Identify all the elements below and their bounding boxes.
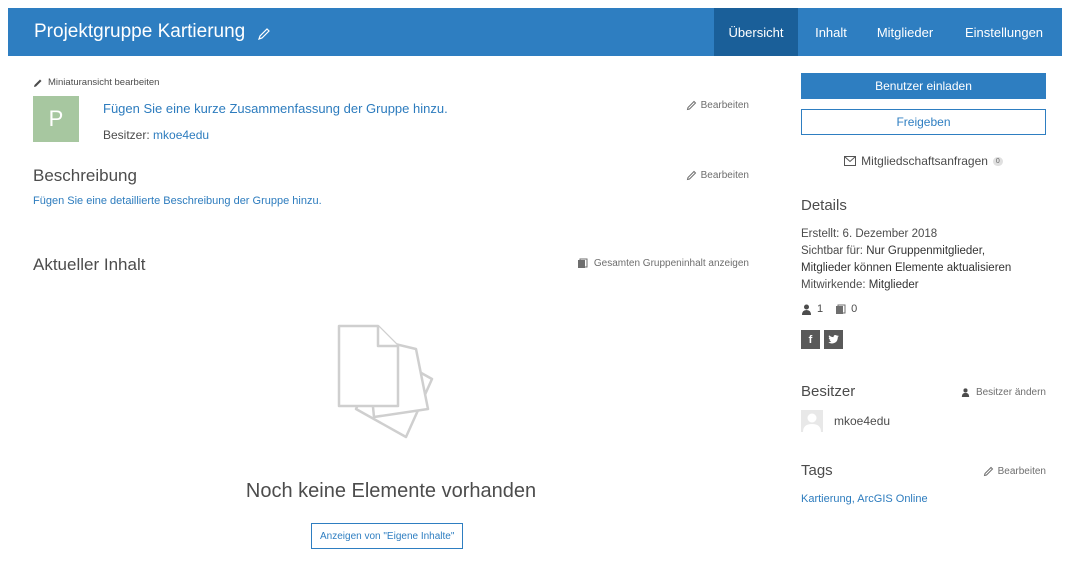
edit-thumbnail-link[interactable]: Miniaturansicht bearbeiten [33,77,159,88]
owner-row: mkoe4edu [801,410,890,432]
owner-link[interactable]: mkoe4edu [153,128,209,142]
current-content-heading: Aktueller Inhalt [33,255,146,274]
tab-overview[interactable]: Übersicht [714,8,798,56]
tab-content[interactable]: Inhalt [798,8,864,56]
group-title-area: Projektgruppe Kartierung [8,8,714,56]
change-owner-label: Besitzer ändern [975,387,1046,398]
edit-description-button[interactable]: Bearbeiten [686,170,749,181]
edit-tags-label: Bearbeiten [997,466,1046,477]
pencil-icon [34,79,42,87]
update-row: Mitglieder können Elemente aktualisieren [801,260,1061,277]
description-heading: Beschreibung [33,166,137,185]
created-row: Erstellt: 6. Dezember 2018 [801,226,1061,243]
visible-value: Nur Gruppenmitglieder, [866,245,986,257]
owner-label: Besitzer: [103,128,150,142]
pencil-icon [983,466,993,477]
tab-settings[interactable]: Einstellungen [946,8,1062,56]
membership-requests-link[interactable]: Mitgliedschaftsanfragen 0 [801,154,1046,168]
user-icon [961,388,970,397]
edit-tags-button[interactable]: Bearbeiten [983,466,1046,477]
user-icon [802,304,811,315]
items-icon [577,258,588,268]
edit-summary-label: Bearbeiten [700,100,749,111]
pencil-icon [686,100,696,111]
contributors-value: Mitglieder [868,279,919,291]
owner-heading: Besitzer [801,383,856,400]
created-value: 6. Dezember 2018 [842,228,938,240]
item-count: 0 [851,303,858,315]
twitter-icon[interactable] [824,330,843,349]
add-description-link[interactable]: Fügen Sie eine detaillierte Beschreibung… [33,195,322,207]
items-icon [836,304,846,314]
contributors-row: Mitwirkende: Mitglieder [801,277,1061,294]
group-thumbnail: P [33,96,79,142]
invite-users-button[interactable]: Benutzer einladen [801,73,1046,99]
edit-title-pencil-icon[interactable] [257,25,271,40]
member-count: 1 [817,303,824,315]
edit-thumbnail-label: Miniaturansicht bearbeiten [48,77,160,88]
envelope-icon [844,156,857,166]
social-share-buttons: f [801,330,847,349]
created-label: Erstellt: [801,228,840,240]
details-heading: Details [801,197,847,214]
avatar [801,410,823,432]
tags-heading: Tags [801,462,833,479]
visible-label: Sichtbar für: [801,245,863,257]
change-owner-link[interactable]: Besitzer ändern [961,387,1046,398]
group-header: Projektgruppe Kartierung Übersicht Inhal… [8,8,1062,56]
edit-summary-button[interactable]: Bearbeiten [686,100,749,111]
requests-label: Mitgliedschaftsanfragen [861,154,988,168]
empty-documents-icon [337,324,434,439]
contributors-label: Mitwirkende: [801,279,866,291]
visible-row: Sichtbar für: Nur Gruppenmitglieder, [801,243,1061,260]
show-all-label: Gesamten Gruppeninhalt anzeigen [593,258,749,269]
tab-members[interactable]: Mitglieder [864,8,946,56]
show-all-content-link[interactable]: Gesamten Gruppeninhalt anzeigen [577,258,749,269]
owner-name[interactable]: mkoe4edu [834,414,890,428]
group-nav: Übersicht Inhalt Mitglieder Einstellunge… [714,8,1062,56]
update-value: Mitglieder können Elemente aktualisieren [801,262,1012,274]
pencil-icon [686,170,696,181]
details-list: Erstellt: 6. Dezember 2018 Sichtbar für:… [801,226,1061,294]
empty-state-text: Noch keine Elemente vorhanden [245,480,537,502]
share-button[interactable]: Freigeben [801,109,1046,135]
tags-list[interactable]: Kartierung, ArcGIS Online [801,493,928,505]
group-title: Projektgruppe Kartierung [34,21,246,42]
view-my-content-button[interactable]: Anzeigen von "Eigene Inhalte" [311,523,464,549]
edit-description-label: Bearbeiten [700,170,749,181]
facebook-icon[interactable]: f [801,330,820,349]
requests-count-badge: 0 [992,156,1003,166]
counts-row: 1 0 [801,303,857,315]
add-summary-link[interactable]: Fügen Sie eine kurze Zusammenfassung der… [103,101,448,116]
owner-line: Besitzer: mkoe4edu [103,128,209,142]
